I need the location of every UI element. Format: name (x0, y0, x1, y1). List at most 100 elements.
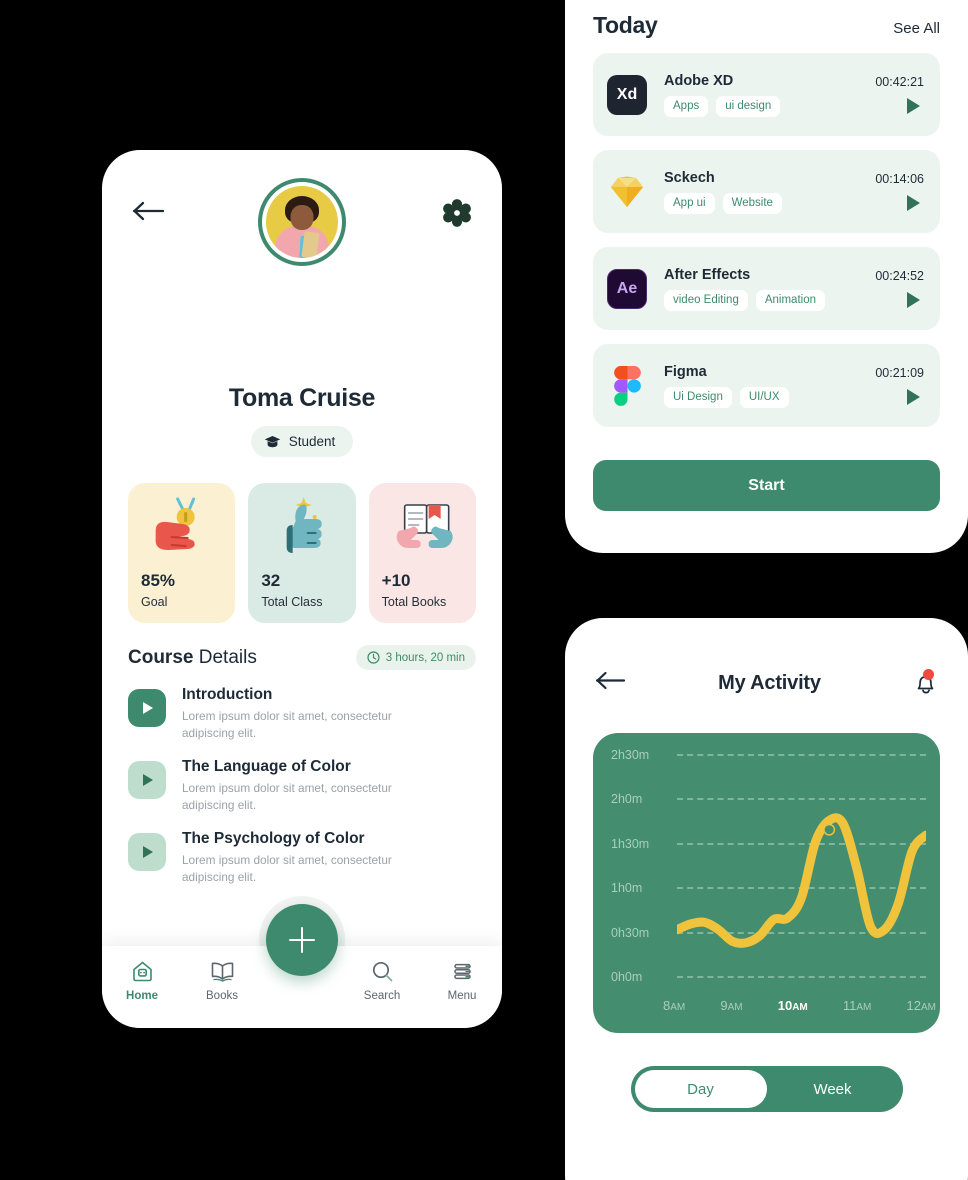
app-tags: Ui Design UI/UX (664, 386, 875, 408)
play-icon[interactable] (907, 389, 920, 405)
app-info: Sckech App ui Website (664, 170, 875, 214)
app-row-adobe-xd[interactable]: Xd Adobe XD Apps ui design 00:42:21 (593, 53, 940, 136)
chart-x-tick: 11AM (842, 998, 872, 1013)
search-icon (372, 961, 392, 982)
stat-value: 85% (141, 571, 176, 590)
chart-y-tick: 1h30m (611, 836, 650, 851)
nav-item-home[interactable]: Home (102, 960, 182, 1002)
back-arrow-icon[interactable] (132, 200, 166, 222)
app-tag[interactable]: Apps (664, 95, 709, 117)
range-toggle: Day Week (630, 1066, 903, 1112)
app-info: Figma Ui Design UI/UX (664, 364, 875, 408)
stat-label: Total Books (381, 595, 447, 609)
chart-y-tick: 2h0m (611, 792, 643, 807)
app-meta: 00:24:52 (875, 269, 924, 308)
notification-dot (923, 669, 934, 680)
app-tag[interactable]: Ui Design (664, 386, 732, 408)
lesson-item[interactable]: The Psychology of Color Lorem ipsum dolo… (102, 814, 502, 886)
chart-plot-area: 2h30m 2h0m 1h30m 1h0m 0h30m 0h0m (611, 748, 926, 984)
nav-item-search[interactable]: Search (342, 960, 422, 1002)
lesson-description: Lorem ipsum dolor sit amet, consectetur … (182, 781, 392, 813)
book-icon (211, 962, 233, 982)
avatar-image (266, 186, 338, 258)
course-header: Course Details 3 hours, 20 min (102, 623, 502, 670)
clock-icon (367, 651, 380, 664)
app-row-figma[interactable]: Figma Ui Design UI/UX 00:21:09 (593, 344, 940, 427)
nav-item-books[interactable]: Books (182, 960, 262, 1002)
app-tag[interactable]: ui design (716, 95, 781, 117)
after-effects-icon: Ae (607, 268, 647, 309)
profile-header (102, 150, 502, 390)
nav-label: Menu (447, 990, 477, 1002)
toggle-day[interactable]: Day (634, 1070, 767, 1108)
app-name: Figma (664, 363, 707, 380)
stat-card-total-books[interactable]: +10 Total Books (368, 483, 476, 623)
figma-icon (607, 365, 647, 406)
chart-x-tick: 9AM (720, 998, 743, 1013)
app-tags: App ui Website (664, 192, 875, 214)
app-tag[interactable]: UI/UX (739, 386, 789, 408)
stat-value: +10 (381, 571, 411, 590)
play-icon[interactable] (907, 195, 920, 211)
app-mockup-stage: Toma Cruise Student 85% Goal 32 Total Cl… (0, 0, 968, 1180)
thumbs-up-icon (248, 491, 355, 561)
activity-screen: My Activity 2h30m 2h0m 1h30m 1h0m 0h30m 0h0m … (565, 618, 968, 1180)
open-book-hands-icon (369, 491, 476, 561)
app-name: Adobe XD (664, 72, 734, 89)
role-label: Student (288, 434, 336, 449)
lesson-title: The Psychology of Color (182, 830, 365, 848)
app-time: 00:21:09 (875, 366, 924, 380)
role-badge: Student (250, 426, 354, 457)
avatar[interactable] (258, 178, 346, 266)
play-icon (143, 774, 153, 787)
today-content: Today See All Xd Adobe XD Apps ui design… (565, 0, 968, 427)
course-title-rest: Details (193, 646, 257, 668)
app-tag[interactable]: Website (722, 192, 782, 214)
app-tag[interactable]: Animation (755, 289, 825, 311)
chart-y-tick: 0h30m (611, 925, 650, 940)
play-icon (143, 846, 153, 859)
app-name: Sckech (664, 169, 715, 186)
chart-x-axis: 8AM 9AM 10AM 11AM 12AM (659, 998, 940, 1013)
app-time: 00:24:52 (875, 269, 924, 283)
stat-card-total-class[interactable]: 32 Total Class (248, 483, 356, 623)
see-all-link[interactable]: See All (893, 20, 940, 37)
app-row-after-effects[interactable]: Ae After Effects video Editing Animation… (593, 247, 940, 330)
app-meta: 00:42:21 (875, 75, 924, 114)
chart-y-tick: 1h0m (611, 881, 643, 896)
app-meta: 00:21:09 (875, 366, 924, 405)
lesson-item[interactable]: The Language of Color Lorem ipsum dolor … (102, 742, 502, 814)
gear-icon[interactable] (442, 198, 472, 228)
profile-screen: Toma Cruise Student 85% Goal 32 Total Cl… (102, 150, 502, 1028)
stat-label: Total Class (261, 595, 323, 609)
course-title-bold: Course (128, 646, 194, 668)
chart-x-tick: 8AM (663, 998, 686, 1013)
toggle-week[interactable]: Week (767, 1070, 899, 1108)
after-effects-icon-text: Ae (616, 279, 638, 297)
app-tag[interactable]: App ui (664, 192, 715, 214)
lesson-play-button[interactable] (128, 689, 166, 727)
app-name: After Effects (664, 266, 751, 283)
nav-label: Search (363, 990, 401, 1002)
stats-row: 85% Goal 32 Total Class +10 Total Books (102, 457, 502, 623)
nav-label: Home (126, 990, 158, 1002)
bell-icon[interactable] (912, 669, 938, 696)
play-icon[interactable] (907, 98, 920, 114)
lesson-play-button[interactable] (128, 833, 166, 872)
start-button[interactable]: Start (593, 460, 940, 511)
app-row-sckech[interactable]: Sckech App ui Website 00:14:06 (593, 150, 940, 233)
chart-marker (677, 755, 926, 1004)
nav-item-menu[interactable]: Menu (422, 960, 502, 1002)
lesson-item[interactable]: Introduction Lorem ipsum dolor sit amet,… (102, 670, 502, 742)
app-tag[interactable]: video Editing (664, 289, 748, 311)
lesson-play-button[interactable] (128, 761, 166, 800)
graduation-cap-icon (264, 435, 280, 447)
stat-card-goal[interactable]: 85% Goal (128, 483, 236, 623)
add-button[interactable] (266, 904, 338, 976)
play-icon[interactable] (907, 292, 920, 308)
medal-hand-icon (128, 491, 235, 561)
back-arrow-icon[interactable] (595, 670, 627, 696)
adobe-xd-icon-text: Xd (616, 85, 638, 103)
lesson-title: Introduction (182, 686, 273, 703)
plus-icon (289, 927, 315, 953)
